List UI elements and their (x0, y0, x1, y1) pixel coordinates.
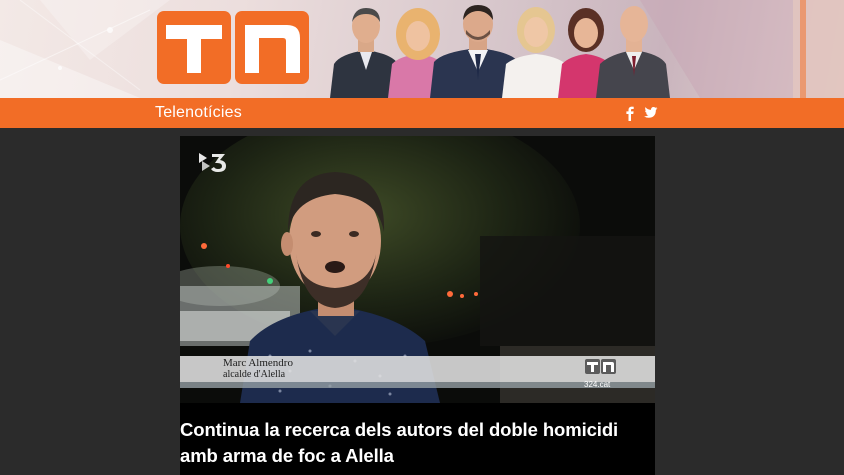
tn-logo[interactable] (157, 11, 309, 84)
caption-tn-logo (585, 359, 616, 374)
navigation-bar: Telenotícies (0, 98, 844, 128)
video-caption: Marc Almendro alcalde d'Alella 324.cat (180, 356, 655, 390)
presenters-photo (330, 5, 670, 98)
article-headline[interactable]: Continua la recerca dels autors del dobl… (180, 417, 650, 469)
facebook-icon[interactable] (622, 105, 638, 121)
video-player[interactable]: Marc Almendro alcalde d'Alella 324.cat (180, 136, 655, 403)
brand-link[interactable]: Telenotícies (155, 104, 242, 122)
caption-site: 324.cat (584, 380, 611, 389)
header-banner (0, 0, 844, 98)
article-card: Marc Almendro alcalde d'Alella 324.cat C… (180, 136, 655, 475)
twitter-icon[interactable] (642, 105, 658, 121)
channel-3-logo (199, 153, 226, 172)
caption-name: Marc Almendro (223, 357, 293, 369)
caption-role: alcalde d'Alella (223, 369, 286, 380)
